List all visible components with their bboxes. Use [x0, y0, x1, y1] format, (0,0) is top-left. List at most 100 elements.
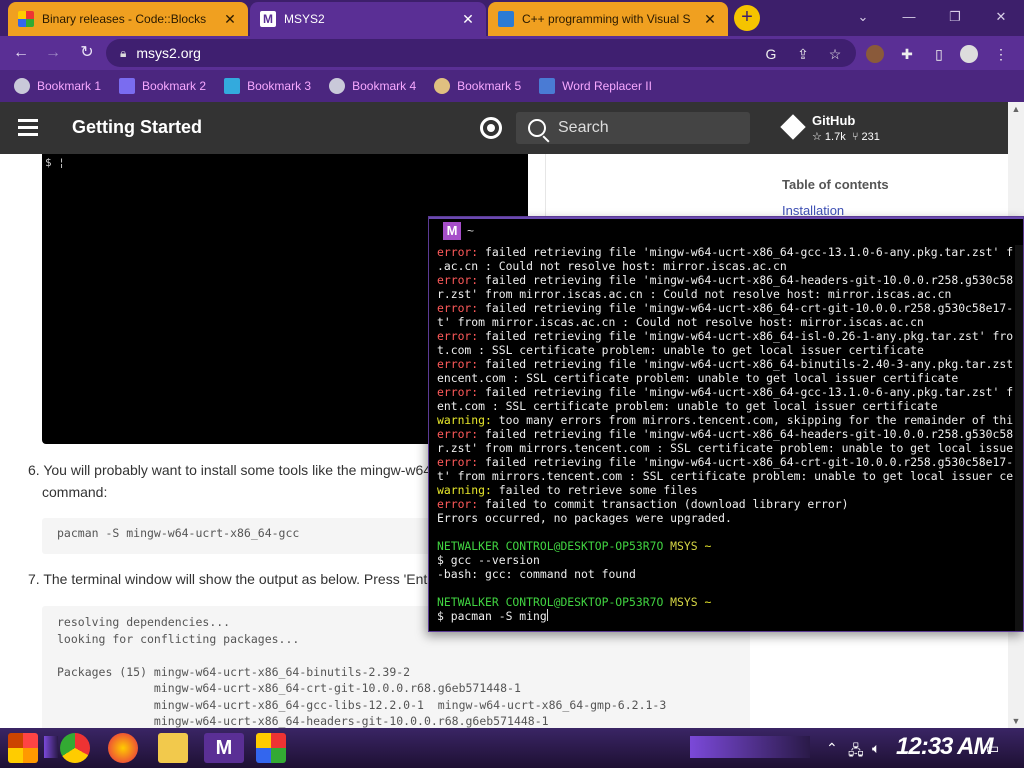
terminal-line: error: failed retrieving file 'mingw-w64… [437, 273, 1023, 287]
globe-icon [14, 78, 30, 94]
terminal-line: error: failed retrieving file 'mingw-w64… [437, 427, 1023, 441]
step-text: You will probably want to install some t… [43, 462, 432, 478]
terminal-line: error: failed retrieving file 'mingw-w64… [437, 245, 1023, 259]
error-tag: error: [437, 497, 479, 511]
hamburger-menu-icon[interactable] [18, 119, 38, 137]
msys2-icon: M [443, 222, 461, 240]
terminal-line: error: failed retrieving file 'mingw-w64… [437, 385, 1023, 399]
terminal-command-line: $ gcc --version [437, 553, 1023, 567]
notifications-icon[interactable]: ▭ [986, 740, 999, 757]
bookmark-item[interactable]: Bookmark 1 [14, 78, 101, 94]
search-icon [528, 119, 546, 137]
prompt-user: NETWALKER CONTROL@DESKTOP-OP53R7O [437, 595, 664, 609]
forward-icon[interactable]: → [42, 42, 64, 64]
line-text: failed to retrieve some files [491, 483, 698, 497]
line-text: failed retrieving file 'mingw-w64-ucrt-x… [478, 301, 1014, 315]
reload-icon[interactable]: ↻ [76, 42, 98, 64]
search-input[interactable]: Search [516, 112, 750, 144]
back-icon[interactable]: ← [10, 42, 32, 64]
volume-icon[interactable]: 🔈︎ [872, 740, 880, 757]
close-icon[interactable]: ✕ [222, 11, 238, 28]
terminal-prompt: NETWALKER CONTROL@DESKTOP-OP53R7O MSYS ~ [437, 539, 1023, 553]
bookmark-item[interactable]: Bookmark 4 [329, 78, 416, 94]
error-tag: error: [437, 329, 479, 343]
taskbar: M ⌃ 🖧︎ 🔈︎ 12:33 AM ▭ [0, 728, 1024, 768]
prompt-system: MSYS [670, 595, 698, 609]
close-icon[interactable]: ✕ [702, 11, 718, 28]
theme-toggle-icon[interactable] [480, 117, 502, 139]
tab-codeblocks[interactable]: Binary releases - Code::Blocks ✕ [8, 2, 248, 36]
start-icon[interactable] [8, 733, 38, 763]
lock-icon: 🔒︎ [120, 45, 127, 60]
taskbar-decoration [44, 736, 58, 758]
terminal-command-line: $ pacman -S ming [437, 609, 1023, 623]
line-text: Errors occurred, no packages were upgrad… [437, 511, 732, 525]
output-text: -bash: gcc: command not found [437, 567, 636, 581]
step-6: 6. You will probably want to install som… [28, 459, 431, 503]
folder-icon[interactable] [158, 733, 188, 763]
scroll-down-icon[interactable]: ▼ [1008, 714, 1024, 728]
tab-msys2[interactable]: M MSYS2 ✕ [250, 2, 486, 36]
terminal-output[interactable]: error: failed retrieving file 'mingw-w64… [437, 245, 1023, 631]
close-window-button[interactable]: ✕ [978, 4, 1024, 30]
tab-title: Binary releases - Code::Blocks [42, 12, 207, 26]
terminal-titlebar[interactable]: M ~ [429, 217, 1023, 243]
bookmark-item[interactable]: Bookmark 2 [119, 78, 206, 94]
address-bar[interactable]: 🔒︎ msys2.org [106, 39, 856, 67]
codeblocks-icon[interactable] [256, 733, 286, 763]
share-icon[interactable]: ⇪ [794, 45, 812, 63]
network-icon[interactable]: 🖧︎ [848, 740, 864, 764]
bookmark-label: Word Replacer II [562, 79, 652, 93]
new-tab-button[interactable]: + [734, 5, 760, 31]
line-text: failed retrieving file 'mingw-w64-ucrt-x… [478, 245, 1014, 259]
google-icon[interactable]: G [762, 45, 780, 63]
bookmark-star-icon[interactable]: ☆ [826, 45, 844, 63]
error-tag: error: [437, 385, 479, 399]
line-text: r.zst' from mirror.iscas.ac.cn : Could n… [437, 287, 952, 301]
scroll-up-icon[interactable]: ▲ [1008, 102, 1024, 116]
bookmark-icon [119, 78, 136, 94]
clock[interactable]: 12:33 AM [896, 733, 993, 761]
side-panel-icon[interactable]: ▯ [930, 45, 948, 63]
extension-icon [539, 78, 556, 94]
github-stats: ☆ 1.7k ⑂ 231 [812, 130, 880, 143]
terminal-line: error: failed retrieving file 'mingw-w64… [437, 455, 1023, 469]
codeblocks-favicon-icon [18, 11, 34, 27]
page-title: Getting Started [72, 117, 203, 137]
terminal-scrollbar[interactable] [1015, 245, 1023, 631]
account-icon[interactable] [960, 45, 978, 63]
error-tag: error: [437, 301, 479, 315]
command-text: $ pacman -S ming [437, 609, 547, 623]
error-tag: error: [437, 455, 479, 469]
terminal-line: error: failed retrieving file 'mingw-w64… [437, 357, 1023, 371]
prompt-path: ~ [704, 539, 712, 553]
tab-title: MSYS2 [284, 12, 325, 26]
tab-visual-studio[interactable]: C++ programming with Visual S ✕ [488, 2, 728, 36]
show-hidden-icons-icon[interactable]: ⌃ [826, 740, 838, 757]
text-cursor [546, 609, 548, 621]
maximize-button[interactable]: ❐ [932, 4, 978, 30]
terminal-line: .ac.cn : Could not resolve host: mirror.… [437, 259, 1023, 273]
msys2-terminal-window[interactable]: M ~ error: failed retrieving file 'mingw… [428, 216, 1024, 632]
github-stars: ☆ 1.7k [812, 131, 846, 143]
terminal-line: warning: too many errors from mirrors.te… [437, 413, 1023, 427]
line-text: too many errors from mirrors.tencent.com… [491, 413, 1014, 427]
bookmark-label: Bookmark 5 [457, 79, 522, 93]
bookmark-item[interactable]: Bookmark 3 [224, 78, 311, 94]
profile-avatar-icon[interactable] [866, 45, 884, 63]
minimize-button[interactable]: — [886, 4, 932, 30]
tab-search-icon[interactable]: ⌄ [840, 4, 886, 30]
chrome-icon[interactable] [60, 733, 90, 763]
taskbar-decoration [690, 736, 810, 758]
line-text: t.com : SSL certificate problem: unable … [437, 343, 924, 357]
terminal-line: error: failed retrieving file 'mingw-w64… [437, 301, 1023, 315]
close-icon[interactable]: ✕ [460, 11, 476, 28]
firefox-icon[interactable] [108, 733, 138, 763]
error-tag: error: [437, 245, 479, 259]
bookmark-item[interactable]: Bookmark 5 [434, 78, 521, 94]
bookmark-item[interactable]: Word Replacer II [539, 78, 652, 94]
code-block[interactable]: pacman -S mingw-w64-ucrt-x86_64-gcc [42, 518, 432, 554]
msys2-icon[interactable]: M [204, 733, 244, 763]
extensions-icon[interactable]: ✚ [898, 45, 916, 63]
menu-icon[interactable]: ⋮ [992, 45, 1010, 63]
